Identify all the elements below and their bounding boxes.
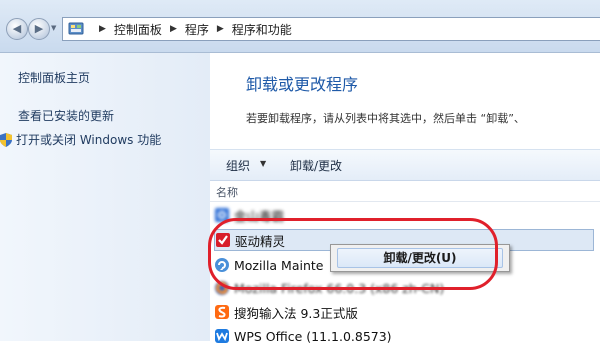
program-row-firefox[interactable]: Mozilla Firefox 66.0.3 (x86 zh-CN) xyxy=(214,277,594,299)
breadcrumb-separator-icon: ▶ xyxy=(99,24,106,34)
main-content: 卸载或更改程序 若要卸载程序，请从列表中将其选中，然后单击 “卸载”、 组织 ▼… xyxy=(210,53,600,344)
address-bar[interactable]: ▶ 控制面板 ▶ 程序 ▶ 程序和功能 xyxy=(62,17,600,41)
kingsoft-antivirus-icon xyxy=(214,207,230,223)
program-name: 金山毒霸 xyxy=(234,208,285,224)
column-header-label: 名称 xyxy=(216,186,238,199)
breadcrumb-separator-icon: ▶ xyxy=(216,24,224,34)
shield-icon xyxy=(0,133,12,147)
program-row-sogou[interactable]: 搜狗输入法 9.3正式版 xyxy=(214,301,594,323)
task-pane: 控制面板主页 查看已安装的更新 打开或关闭 Windows 功能 xyxy=(0,53,210,341)
mozilla-maintenance-icon xyxy=(214,257,230,273)
organize-button[interactable]: 组织 xyxy=(226,157,250,174)
address-toolbar: ◀ ▶ ▼ ▶ 控制面板 ▶ 程序 ▶ 程序和功能 xyxy=(0,0,600,53)
recent-pages-dropdown[interactable]: ▼ xyxy=(51,25,57,32)
program-name: Mozilla Mainte xyxy=(234,257,324,273)
breadcrumb-programs[interactable]: 程序 xyxy=(185,21,209,38)
context-menu: 卸载/更改(U) xyxy=(330,244,510,272)
uninstall-change-button[interactable]: 卸载/更改 xyxy=(290,157,342,174)
forward-button[interactable]: ▶ xyxy=(28,18,50,40)
breadcrumb-separator-icon: ▶ xyxy=(169,24,177,34)
name-column-header[interactable]: 名称 xyxy=(210,181,600,202)
program-name: 驱动精灵 xyxy=(235,233,286,249)
sidebar-item-control-panel-home[interactable]: 控制面板主页 xyxy=(18,69,90,86)
control-panel-icon xyxy=(68,21,84,37)
back-button[interactable]: ◀ xyxy=(6,18,28,40)
page-title: 卸载或更改程序 xyxy=(246,75,359,94)
context-menu-uninstall-change[interactable]: 卸载/更改(U) xyxy=(337,248,503,268)
chevron-down-icon[interactable]: ▼ xyxy=(260,159,266,168)
firefox-icon xyxy=(214,280,230,296)
wps-office-icon xyxy=(214,328,230,344)
breadcrumb-programs-and-features[interactable]: 程序和功能 xyxy=(232,21,292,38)
program-name: 搜狗输入法 9.3正式版 xyxy=(234,305,358,321)
command-bar: 组织 ▼ 卸载/更改 xyxy=(210,149,600,181)
program-name: WPS Office (11.1.0.8573) xyxy=(234,328,392,344)
page-description: 若要卸载程序，请从列表中将其选中，然后单击 “卸载”、 xyxy=(246,112,525,125)
sidebar-item-windows-features[interactable]: 打开或关闭 Windows 功能 xyxy=(16,131,161,148)
program-row-kingsoft[interactable]: 金山毒霸 xyxy=(214,204,594,226)
sogou-input-icon xyxy=(214,304,230,320)
breadcrumb-control-panel[interactable]: 控制面板 xyxy=(114,21,162,38)
sidebar-item-view-installed-updates[interactable]: 查看已安装的更新 xyxy=(18,107,114,124)
program-row-wps[interactable]: WPS Office (11.1.0.8573) xyxy=(214,325,594,347)
program-name: Mozilla Firefox 66.0.3 (x86 zh-CN) xyxy=(234,280,445,296)
drive-genius-icon xyxy=(215,232,231,248)
